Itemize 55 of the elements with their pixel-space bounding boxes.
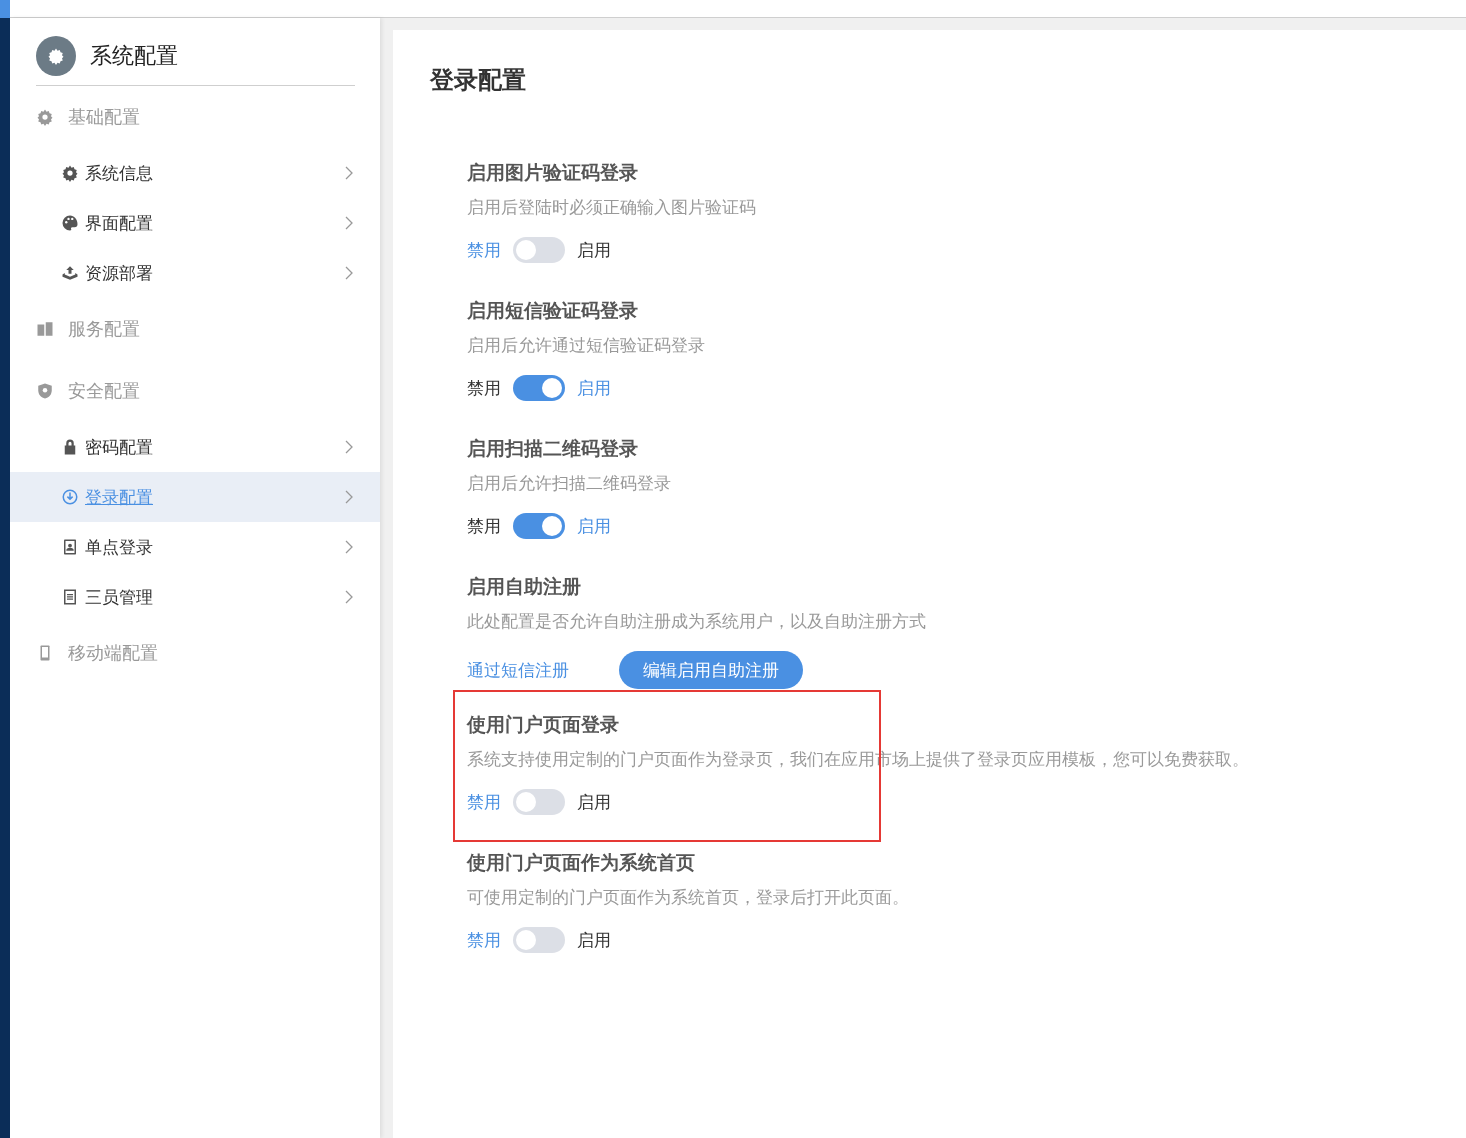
section-title: 使用门户页面作为系统首页 (467, 851, 695, 873)
section-description: 启用后允许通过短信验证码登录 (467, 335, 705, 355)
gear-icon (36, 108, 54, 126)
chevron-right-icon (344, 215, 354, 231)
sidebar-item[interactable]: 三员管理 (10, 572, 380, 622)
off-label: 禁用 (467, 790, 501, 814)
page-title: 登录配置 (430, 65, 527, 96)
gear-icon (61, 164, 79, 182)
chevron-right-icon (344, 539, 354, 555)
palette-icon (61, 214, 79, 232)
chevron-right-icon (344, 265, 354, 281)
upload-tray-icon (61, 264, 79, 282)
toggle-switch[interactable] (513, 513, 565, 539)
sidebar-item[interactable]: 密码配置 (10, 422, 380, 472)
section-description: 启用后登陆时必须正确输入图片验证码 (467, 197, 756, 217)
on-label: 启用 (577, 376, 611, 400)
sidebar-title: 系统配置 (90, 42, 178, 70)
off-label: 禁用 (467, 376, 501, 400)
section-title: 启用短信验证码登录 (467, 299, 638, 321)
toggle-switch[interactable] (513, 789, 565, 815)
sidebar-item[interactable]: 单点登录 (10, 522, 380, 572)
shield-icon (36, 382, 54, 400)
server-icon (36, 320, 54, 338)
on-label: 启用 (577, 790, 611, 814)
on-label: 启用 (577, 514, 611, 538)
section-title: 启用扫描二维码登录 (467, 437, 638, 459)
gear-icon (47, 47, 65, 65)
sidebar-group-label: 服务配置 (68, 317, 140, 341)
on-label: 启用 (577, 928, 611, 952)
sidebar-item[interactable]: 资源部署 (10, 248, 380, 298)
sidebar-group-label: 安全配置 (68, 379, 140, 403)
section-description: 可使用定制的门户页面作为系统首页，登录后打开此页面。 (467, 887, 909, 907)
sidebar-item[interactable]: 系统信息 (10, 148, 380, 198)
off-label: 禁用 (467, 238, 501, 262)
download-circle-icon (61, 488, 79, 506)
toggle-switch[interactable] (513, 375, 565, 401)
contact-card-icon (61, 538, 79, 556)
section-title: 启用自助注册 (467, 575, 581, 597)
chevron-right-icon (344, 589, 354, 605)
section-description: 启用后允许扫描二维码登录 (467, 473, 671, 493)
section-title: 启用图片验证码登录 (467, 161, 638, 183)
chevron-right-icon (344, 439, 354, 455)
off-label: 禁用 (467, 514, 501, 538)
toggle-switch[interactable] (513, 927, 565, 953)
on-label: 启用 (577, 238, 611, 262)
document-icon (61, 588, 79, 606)
section-description: 此处配置是否允许自助注册成为系统用户，以及自助注册方式 (467, 611, 926, 631)
sidebar-item[interactable]: 界面配置 (10, 198, 380, 248)
chevron-right-icon (344, 165, 354, 181)
section-title: 使用门户页面登录 (467, 713, 619, 735)
toggle-switch[interactable] (513, 237, 565, 263)
sidebar-group-label: 基础配置 (68, 105, 140, 129)
chevron-right-icon (344, 489, 354, 505)
off-label: 禁用 (467, 928, 501, 952)
sidebar-group-label: 移动端配置 (68, 641, 158, 665)
